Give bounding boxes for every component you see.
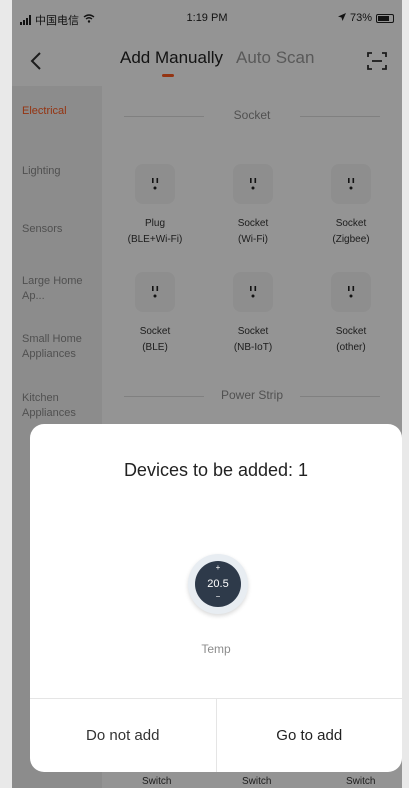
dialog-footer: Do not add Go to add: [30, 698, 402, 772]
phone-screen: 中国电信 1:19 PM 73% Add Manually Auto Scan: [12, 0, 402, 788]
go-to-add-button[interactable]: Go to add: [217, 699, 403, 772]
thermostat-display: + 20.5 −: [195, 561, 241, 607]
plus-icon: +: [215, 563, 221, 572]
thermostat-device-icon: + 20.5 −: [188, 554, 248, 614]
do-not-add-button[interactable]: Do not add: [30, 699, 217, 772]
devices-to-add-dialog: Devices to be added: 1 + 20.5 − Temp Do …: [30, 424, 402, 772]
device-label: Temp: [201, 642, 231, 656]
thermostat-value: 20.5: [207, 578, 229, 590]
dialog-title: Devices to be added: 1: [123, 460, 309, 480]
minus-icon: −: [215, 592, 221, 601]
